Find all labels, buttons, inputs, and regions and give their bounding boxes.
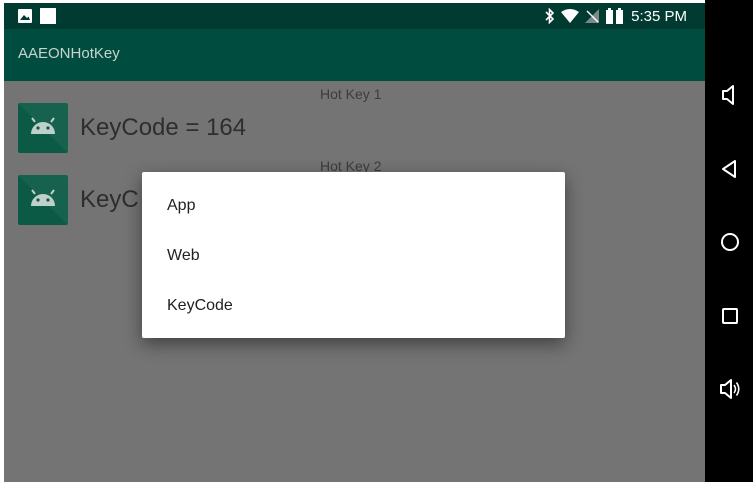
dialog-option-app[interactable]: App bbox=[142, 181, 565, 231]
volume-up-icon[interactable] bbox=[717, 376, 743, 402]
back-icon[interactable] bbox=[717, 156, 743, 182]
device-screen: 5:35 PM AAEONHotKey Hot Key 1 KeyCode = … bbox=[4, 3, 705, 482]
dialog-option-keycode[interactable]: KeyCode bbox=[142, 281, 565, 331]
dialog-option-web[interactable]: Web bbox=[142, 231, 565, 281]
navigation-bar bbox=[705, 0, 753, 482]
action-chooser-dialog: App Web KeyCode bbox=[142, 172, 565, 338]
volume-down-icon[interactable] bbox=[717, 82, 743, 108]
recents-icon[interactable] bbox=[717, 303, 743, 329]
home-icon[interactable] bbox=[717, 229, 743, 255]
